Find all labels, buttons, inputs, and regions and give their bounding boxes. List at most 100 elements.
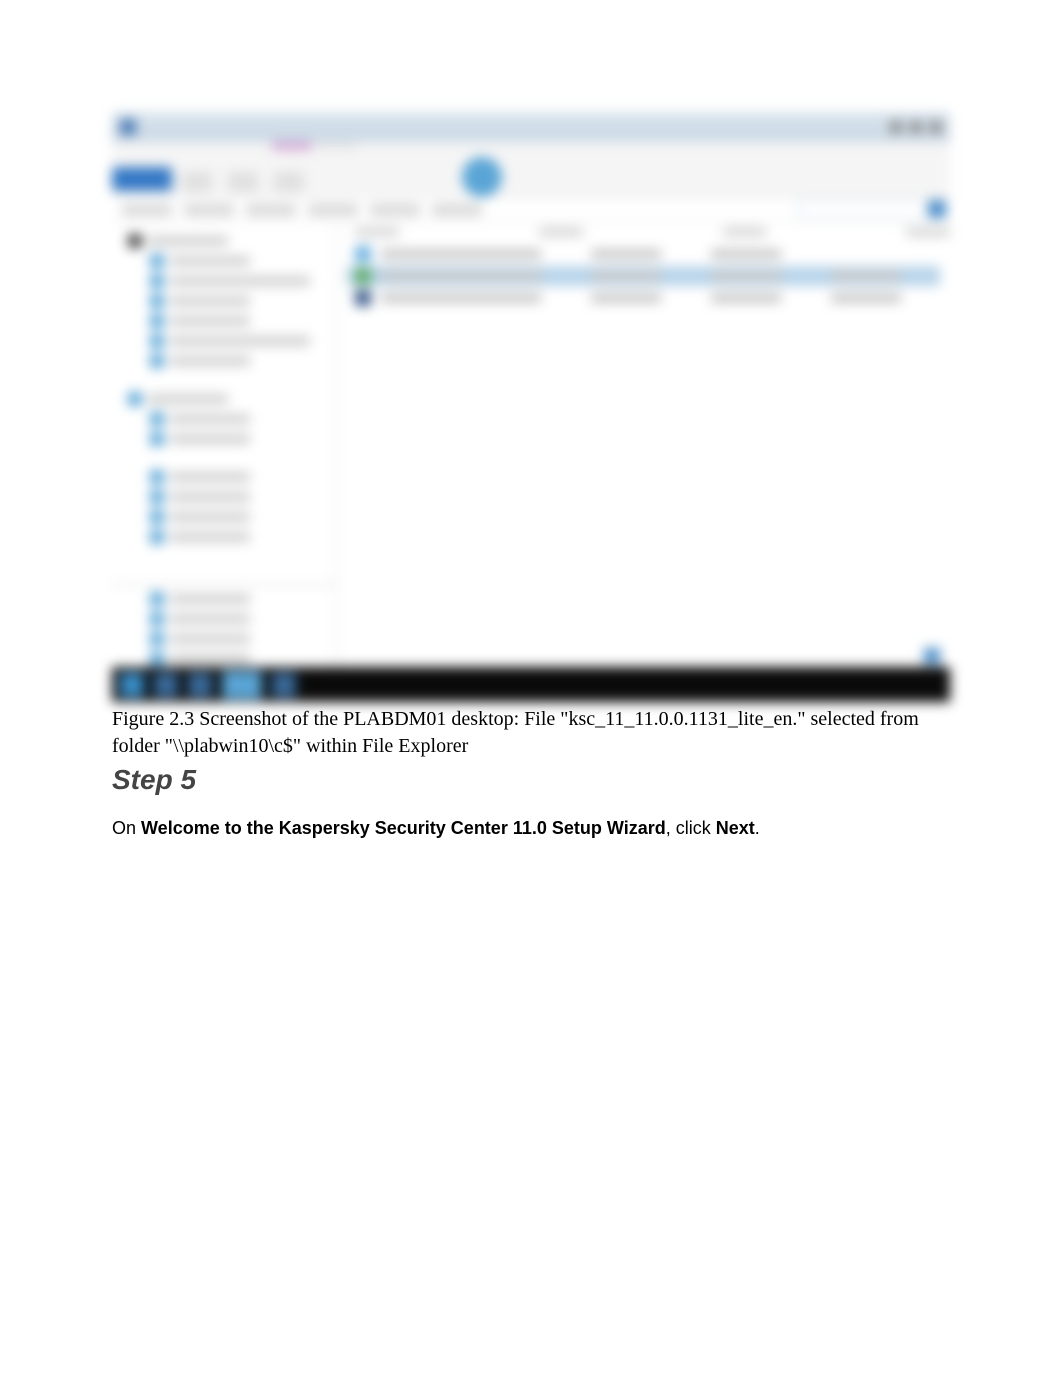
- minimize-icon: [890, 121, 902, 133]
- ribbon-tab-active: [272, 142, 312, 150]
- file-name: [381, 271, 541, 281]
- folder-icon: [150, 274, 164, 288]
- column-header: [723, 227, 767, 237]
- file-icon: [355, 290, 371, 306]
- figure-caption: Figure 2.3 Screenshot of the PLABDM01 de…: [112, 706, 950, 760]
- file-meta: [711, 249, 781, 259]
- file-meta: [831, 293, 901, 303]
- refresh-icon: [928, 200, 946, 218]
- sidebar-label: [170, 654, 250, 664]
- taskbar-item: [272, 673, 296, 697]
- instruction-wizard-name: Welcome to the Kaspersky Security Center…: [141, 818, 666, 838]
- maximize-icon: [910, 121, 922, 133]
- ribbon-tool: [182, 172, 212, 192]
- file-row-selected: [347, 266, 940, 286]
- ribbon-tools: [182, 172, 304, 192]
- ribbon-properties-icon: [462, 157, 502, 197]
- folder-icon: [150, 254, 164, 268]
- sidebar-label: [170, 296, 250, 306]
- ribbon-tool: [274, 172, 304, 192]
- explorer-body: [112, 222, 950, 667]
- file-row: [347, 244, 940, 264]
- file-row: [347, 288, 940, 308]
- thispc-icon: [128, 392, 142, 406]
- sidebar-label: [170, 492, 250, 502]
- file-list-pane: [337, 222, 950, 667]
- sidebar-label: [170, 594, 250, 604]
- sidebar-label: [148, 394, 228, 404]
- column-header: [539, 227, 583, 237]
- sidebar-label: [170, 634, 250, 644]
- sidebar-label: [170, 532, 250, 542]
- close-icon: [930, 121, 942, 133]
- folder-icon: [150, 354, 164, 368]
- folder-icon: [150, 632, 164, 646]
- file-meta: [591, 271, 661, 281]
- file-icon: [355, 246, 371, 262]
- breadcrumb-segment: [246, 204, 296, 216]
- folder-icon: [150, 294, 164, 308]
- file-menu-button: [112, 167, 172, 191]
- quickaccess-icon: [128, 234, 142, 248]
- ribbon-tool: [228, 172, 258, 192]
- sidebar-label: [170, 472, 250, 482]
- file-name: [381, 293, 541, 303]
- sidebar-label: [170, 434, 250, 444]
- folder-icon: [150, 490, 164, 504]
- taskbar-explorer-active: [222, 671, 262, 699]
- file-meta: [711, 293, 781, 303]
- breadcrumb-segment: [122, 204, 172, 216]
- installer-icon: [355, 268, 371, 284]
- instruction-prefix: On: [112, 818, 141, 838]
- sidebar-label: [170, 414, 250, 424]
- search-input: [798, 200, 938, 218]
- ribbon-tab: [316, 142, 356, 150]
- folder-icon: [150, 592, 164, 606]
- sidebar-label: [170, 256, 250, 266]
- column-header: [906, 227, 950, 237]
- breadcrumb-segment: [370, 204, 420, 216]
- folder-icon: [150, 432, 164, 446]
- file-name: [381, 249, 541, 259]
- instruction-mid: , click: [666, 818, 716, 838]
- file-meta: [831, 271, 901, 281]
- instruction-suffix: .: [755, 818, 760, 838]
- folder-icon: [150, 314, 164, 328]
- divider: [112, 584, 337, 585]
- sidebar-label: [170, 316, 250, 326]
- step-heading: Step 5: [112, 764, 950, 796]
- taskbar-item: [188, 673, 212, 697]
- sidebar-label: [170, 614, 250, 624]
- navigation-sidebar: [112, 222, 337, 667]
- file-meta: [591, 293, 661, 303]
- folder-icon: [150, 470, 164, 484]
- folder-icon: [150, 412, 164, 426]
- ribbon-tabs: [272, 142, 356, 150]
- column-header: [355, 227, 399, 237]
- taskbar-item: [154, 673, 178, 697]
- folder-icon: [150, 612, 164, 626]
- sidebar-label: [170, 512, 250, 522]
- window-titlebar: [112, 112, 950, 142]
- view-toggle-icon: [924, 648, 940, 664]
- folder-icon: [150, 652, 164, 666]
- sidebar-label: [170, 356, 250, 366]
- instruction-text: On Welcome to the Kaspersky Security Cen…: [112, 816, 950, 841]
- file-meta: [591, 249, 661, 259]
- breadcrumb-segment: [432, 204, 482, 216]
- file-meta: [711, 271, 781, 281]
- sidebar-label: [170, 336, 310, 346]
- folder-icon: [150, 334, 164, 348]
- column-headers: [337, 222, 950, 242]
- breadcrumb-segment: [184, 204, 234, 216]
- folder-icon: [150, 510, 164, 524]
- folder-icon: [150, 530, 164, 544]
- app-icon: [120, 119, 136, 135]
- sidebar-label: [148, 236, 228, 246]
- instruction-button-name: Next: [716, 818, 755, 838]
- sidebar-label: [170, 276, 310, 286]
- taskbar: [112, 667, 950, 702]
- screenshot-figure: [112, 112, 950, 702]
- breadcrumb-segment: [308, 204, 358, 216]
- start-button-icon: [120, 673, 144, 697]
